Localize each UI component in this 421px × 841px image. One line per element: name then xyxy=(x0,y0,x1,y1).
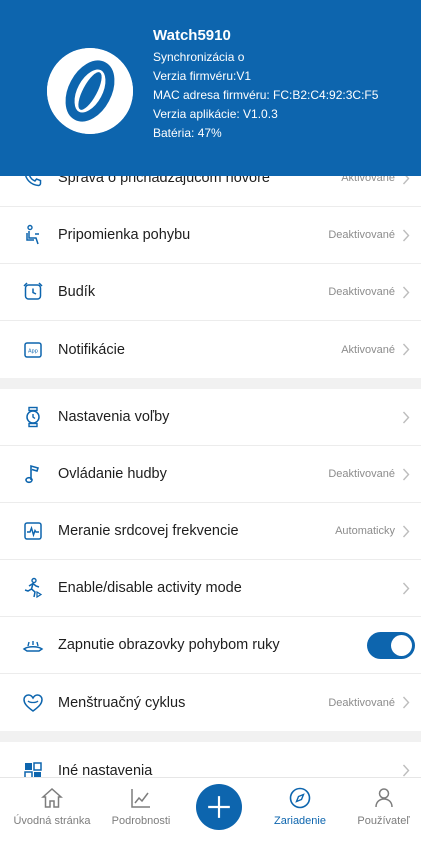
heart-rate-value: Automaticky xyxy=(335,525,395,537)
chevron-right-icon xyxy=(400,696,412,710)
device-info: Watch5910 Synchronizácia o Verzia firmvé… xyxy=(153,26,378,143)
wrist-screen-icon xyxy=(22,634,44,656)
watch-icon xyxy=(22,406,44,428)
tab-details-label: Podrobnosti xyxy=(111,815,171,827)
chevron-right-icon xyxy=(400,467,412,481)
alarm-clock-icon xyxy=(22,281,44,303)
music-control-value: Deaktivované xyxy=(328,468,395,480)
menstrual-cycle-label: Menštruačný cyklus xyxy=(58,694,186,711)
chevron-right-icon xyxy=(400,581,412,595)
battery-level: Batéria: 47% xyxy=(153,126,222,140)
menstrual-cycle-value: Deaktivované xyxy=(328,696,395,709)
add-button[interactable] xyxy=(196,784,242,830)
setting-choice-settings[interactable]: Nastavenia voľby xyxy=(0,389,421,446)
music-control-label: Ovládanie hudby xyxy=(58,466,167,482)
raise-to-wake-toggle[interactable] xyxy=(367,631,415,659)
compass-icon xyxy=(289,787,311,809)
chevron-right-icon xyxy=(400,764,412,778)
settings-list: Správa o prichádzajúcom hovore Aktivovan… xyxy=(0,150,421,799)
section-divider xyxy=(0,731,421,742)
chevron-right-icon xyxy=(400,343,412,357)
chevron-right-icon xyxy=(400,285,412,299)
heart-rate-label: Meranie srdcovej frekvencie xyxy=(58,523,239,539)
tab-details[interactable]: Podrobnosti xyxy=(104,778,178,841)
activity-mode-label: Enable/disable activity mode xyxy=(58,580,242,596)
tab-user[interactable]: Používateľ xyxy=(346,778,421,841)
setting-heart-rate[interactable]: Meranie srdcovej frekvencie Automaticky xyxy=(0,503,421,560)
device-header: Watch5910 Synchronizácia o Verzia firmvé… xyxy=(0,0,421,176)
raise-to-wake-label: Zapnutie obrazovky pohybom ruky xyxy=(58,637,280,653)
heart-rate-icon xyxy=(22,520,44,542)
home-icon xyxy=(41,787,63,808)
setting-raise-to-wake: Zapnutie obrazovky pohybom ruky xyxy=(0,617,421,674)
alarm-label: Budík xyxy=(58,284,96,300)
setting-activity-mode[interactable]: Enable/disable activity mode xyxy=(0,560,421,617)
running-icon xyxy=(22,577,44,599)
tab-device[interactable]: Zariadenie xyxy=(262,778,338,841)
notifications-value: Aktivované xyxy=(341,343,395,356)
choice-settings-label: Nastavenia voľby xyxy=(58,409,170,425)
mac-address: MAC adresa firmvéru: FC:B2:C4:92:3C:F5 xyxy=(153,88,379,102)
chevron-right-icon xyxy=(400,228,412,242)
device-logo xyxy=(47,48,133,134)
chevron-right-icon xyxy=(400,410,412,424)
firmware-version: Verzia firmvéru:V1 xyxy=(153,69,252,83)
setting-music-control[interactable]: Ovládanie hudby Deaktivované xyxy=(0,446,421,503)
svg-text:App: App xyxy=(28,348,38,354)
app-icon: App xyxy=(22,339,44,361)
tab-home-label: Úvodná stránka xyxy=(13,815,91,827)
setting-alarm[interactable]: Budík Deaktivované xyxy=(0,264,421,321)
settings-group-1: Správa o prichádzajúcom hovore Aktivovan… xyxy=(0,150,421,378)
move-reminder-label: Pripomienka pohybu xyxy=(58,227,191,243)
seat-icon xyxy=(22,224,44,246)
notifications-label: Notifikácie xyxy=(58,341,125,358)
app-version: Verzia aplikácie: V1.0.3 xyxy=(153,107,278,121)
tab-home[interactable]: Úvodná stránka xyxy=(0,778,104,841)
alarm-value: Deaktivované xyxy=(328,286,395,298)
setting-menstrual-cycle[interactable]: Menštruačný cyklus Deaktivované xyxy=(0,674,421,731)
tab-user-label: Používateľ xyxy=(357,815,410,827)
music-note-icon xyxy=(22,463,44,485)
chevron-right-icon xyxy=(400,524,412,538)
setting-notifications[interactable]: App Notifikácie Aktivované xyxy=(0,321,421,378)
sync-status: Synchronizácia o xyxy=(153,50,245,64)
chart-icon xyxy=(131,789,150,808)
plus-icon xyxy=(208,796,230,818)
heart-outline-icon xyxy=(22,692,44,714)
setting-move-reminder[interactable]: Pripomienka pohybu Deaktivované xyxy=(0,207,421,264)
toggle-knob xyxy=(391,634,412,656)
device-name: Watch5910 xyxy=(153,27,231,44)
settings-group-2: Nastavenia voľby Ovládanie hudby Deaktiv… xyxy=(0,389,421,731)
section-divider xyxy=(0,378,421,389)
user-icon xyxy=(374,788,393,808)
bottom-tab-bar: Úvodná stránka Podrobnosti Zariadenie Po… xyxy=(0,777,421,841)
band-logo-icon xyxy=(47,48,133,134)
move-reminder-value: Deaktivované xyxy=(328,229,395,241)
tab-device-label: Zariadenie xyxy=(274,815,326,827)
